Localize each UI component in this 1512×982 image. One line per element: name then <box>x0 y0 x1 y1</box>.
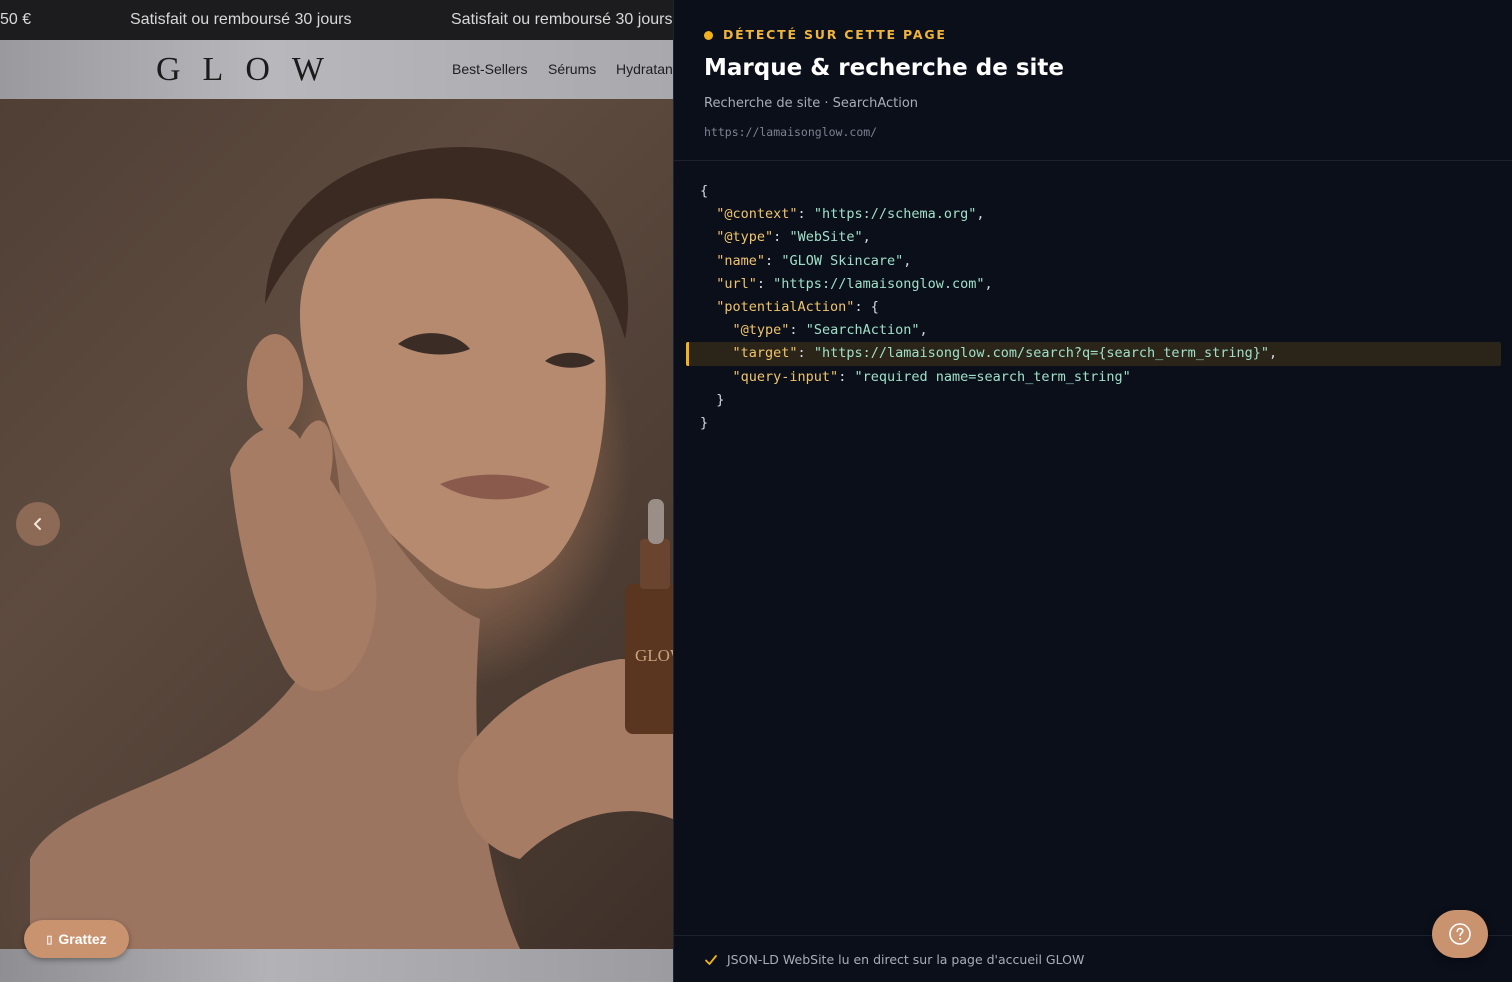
hero-illustration: GLOW <box>30 146 673 949</box>
bottle-label: GLOW <box>635 646 673 665</box>
grattez-button[interactable]: ▯ Grattez <box>24 920 129 958</box>
nav-link-hydratants[interactable]: Hydratan <box>616 61 673 77</box>
panel-subtitle: Recherche de site · SearchAction <box>704 96 919 111</box>
panel-footer: JSON-LD WebSite lu en direct sur la page… <box>674 935 1512 982</box>
chevron-left-icon <box>34 518 41 530</box>
site-logo[interactable]: GLOW <box>156 51 346 89</box>
code-line: "potentialAction": { <box>716 298 879 315</box>
announcement-item: 50 € <box>0 11 32 28</box>
code-line: "name": "GLOW Skincare", <box>716 252 912 269</box>
code-line: } <box>700 414 709 431</box>
grattez-label: Grattez <box>58 931 107 947</box>
announcement-item: Satisfait ou remboursé 30 jours <box>451 11 673 28</box>
hero-image: GLOW <box>0 99 673 949</box>
help-icon <box>1449 923 1471 945</box>
gift-icon: ▯ <box>46 933 53 946</box>
nav-link-serums[interactable]: Sérums <box>548 61 596 77</box>
announcement-bar: 50 € Satisfait ou remboursé 30 jours Sat… <box>0 0 673 40</box>
storefront-preview: 50 € Satisfait ou remboursé 30 jours Sat… <box>0 0 673 982</box>
code-line: } <box>700 391 725 408</box>
check-icon <box>705 955 717 965</box>
detect-label: DÉTECTÉ SUR CETTE PAGE <box>723 27 947 42</box>
panel-title: Marque & recherche de site <box>704 55 1065 81</box>
code-line: "@context": "https://schema.org", <box>716 206 985 223</box>
code-line: "@type": "WebSite", <box>716 229 871 246</box>
carousel-prev-button[interactable] <box>16 502 60 546</box>
panel-header: DÉTECTÉ SUR CETTE PAGE Marque & recherch… <box>674 0 1512 161</box>
help-button[interactable] <box>1432 910 1488 958</box>
code-line-highlighted: "target": "https://lamaisonglow.com/sear… <box>686 342 1501 366</box>
json-ld-code: { "@context": "https://schema.org", "@ty… <box>686 180 1501 435</box>
code-line: "@type": "SearchAction", <box>732 322 928 339</box>
nav-link-best-sellers[interactable]: Best-Sellers <box>452 61 527 77</box>
announcement-item: Satisfait ou remboursé 30 jours <box>130 11 352 28</box>
status-dot-icon <box>704 31 713 40</box>
code-line: { <box>700 183 709 199</box>
code-line: "query-input": "required name=search_ter… <box>732 368 1131 385</box>
code-line: "url": "https://lamaisonglow.com", <box>716 275 993 292</box>
schema-panel: DÉTECTÉ SUR CETTE PAGE Marque & recherch… <box>673 0 1512 982</box>
panel-url: https://lamaisonglow.com/ <box>704 125 878 139</box>
footer-text: JSON-LD WebSite lu en direct sur la page… <box>727 952 1085 967</box>
